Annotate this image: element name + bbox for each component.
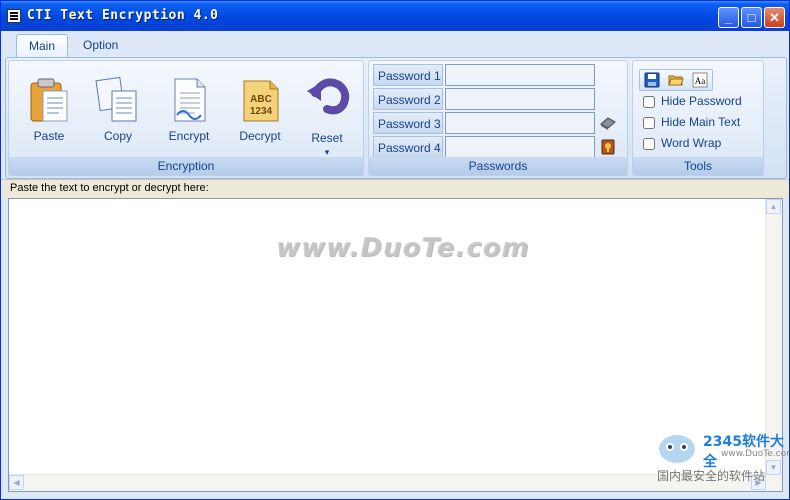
close-icon: ✕: [769, 10, 780, 25]
copy-icon: [95, 76, 137, 122]
tab-main[interactable]: Main: [16, 34, 69, 58]
maximize-icon: □: [747, 10, 756, 25]
paste-button[interactable]: Paste: [19, 71, 79, 151]
maximize-button[interactable]: □: [741, 7, 762, 28]
word-wrap-label[interactable]: Word Wrap: [661, 136, 721, 150]
scroll-up-icon[interactable]: ▲: [766, 199, 781, 214]
app-icon[interactable]: [7, 9, 21, 23]
password-2-input[interactable]: [445, 88, 595, 110]
window-title: CTI Text Encryption 4.0: [27, 8, 219, 23]
password-row-2: Password 2: [373, 88, 623, 110]
minimize-button[interactable]: _: [718, 7, 739, 28]
ribbon: Paste Copy Encrypt ABC 1234 Decrypt Rese…: [5, 57, 787, 179]
editor-hint-bar: Paste the text to encrypt or decrypt her…: [1, 179, 789, 198]
word-wrap-checkbox[interactable]: [643, 138, 655, 150]
password-row-4: Password 4: [373, 136, 623, 158]
watermark-duote: www.DuoTe.com: [276, 233, 530, 263]
copy-button[interactable]: Copy: [88, 71, 148, 151]
encrypt-label: Encrypt: [168, 129, 210, 143]
passwords-group-label: Passwords: [369, 157, 627, 175]
save-icon[interactable]: [644, 72, 660, 88]
password-3-input[interactable]: [445, 112, 595, 134]
decrypt-icon-text-1234: 1234: [250, 106, 273, 117]
watermark-2345-logo: 2345软件大全 www.DuoTe.com 国内最安全的软件站: [651, 427, 789, 487]
close-button[interactable]: ✕: [764, 7, 785, 28]
minimize-icon: _: [724, 10, 733, 25]
tab-option[interactable]: Option: [71, 34, 130, 57]
mascot-icon: [659, 435, 695, 463]
open-folder-icon[interactable]: [668, 72, 684, 88]
password-1-input[interactable]: [445, 64, 595, 86]
watermark-slogan: 国内最安全的软件站: [657, 469, 766, 483]
tools-toolbar: Aa: [639, 69, 713, 91]
font-icon[interactable]: Aa: [692, 72, 708, 88]
hide-password-checkbox[interactable]: [643, 96, 655, 108]
decrypt-icon: ABC 1234: [243, 80, 279, 122]
paste-icon: [30, 78, 68, 122]
watermark-url: www.DuoTe.com: [721, 449, 790, 459]
eraser-icon[interactable]: [599, 114, 617, 132]
password-3-label: Password 3: [373, 112, 443, 134]
reset-label: Reset: [311, 131, 343, 145]
hide-main-text-checkbox[interactable]: [643, 117, 655, 129]
encryption-group: Paste Copy Encrypt ABC 1234 Decrypt Rese…: [8, 60, 364, 176]
encryption-group-label: Encryption: [9, 157, 363, 175]
passwords-group: Password 1 Password 2 Password 3 Passwor…: [368, 60, 628, 176]
editor-hint-text: Paste the text to encrypt or decrypt her…: [10, 182, 209, 194]
keybook-icon[interactable]: [599, 138, 617, 156]
title-bar[interactable]: CTI Text Encryption 4.0 _ □ ✕: [1, 1, 789, 31]
hide-password-label[interactable]: Hide Password: [661, 94, 742, 108]
password-2-label: Password 2: [373, 88, 443, 110]
ribbon-tabs: Main Option: [1, 31, 789, 58]
reset-icon: [307, 78, 350, 115]
font-icon-text: Aa: [695, 76, 706, 86]
tools-group-label: Tools: [633, 157, 763, 175]
password-4-input[interactable]: [445, 136, 595, 158]
password-4-label: Password 4: [373, 136, 443, 158]
encrypt-icon: [174, 78, 206, 122]
paste-label: Paste: [33, 129, 65, 143]
password-row-1: Password 1: [373, 64, 623, 86]
password-1-label: Password 1: [373, 64, 443, 86]
decrypt-button[interactable]: ABC 1234 Decrypt: [230, 71, 290, 151]
reset-button[interactable]: Reset ▾: [297, 71, 357, 157]
app-window: CTI Text Encryption 4.0 _ □ ✕ Main Optio…: [0, 0, 790, 500]
copy-label: Copy: [103, 129, 132, 143]
decrypt-label: Decrypt: [239, 129, 281, 143]
tools-group: Aa Hide Password Hide Main Text Word Wra…: [632, 60, 764, 176]
password-row-3: Password 3: [373, 112, 623, 134]
hide-main-text-label[interactable]: Hide Main Text: [661, 115, 740, 129]
scroll-left-icon[interactable]: ◀: [9, 475, 24, 490]
encrypt-button[interactable]: Encrypt: [159, 71, 219, 151]
decrypt-icon-text-abc: ABC: [250, 94, 272, 105]
